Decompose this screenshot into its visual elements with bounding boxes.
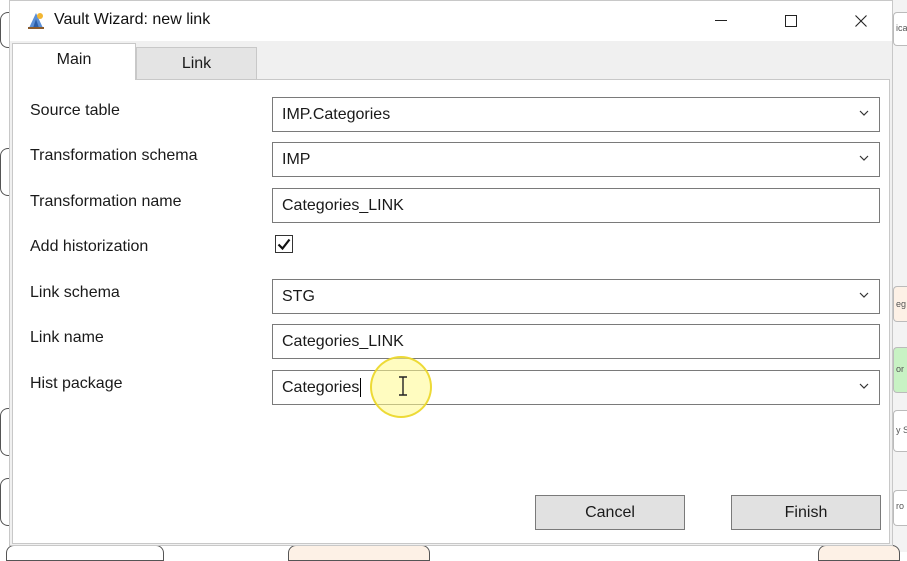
transformation-name-value: Categories_LINK (282, 196, 404, 214)
cancel-button[interactable]: Cancel (535, 495, 685, 530)
transformation-schema-select[interactable]: IMP (272, 142, 880, 177)
link-schema-label: Link schema (30, 284, 120, 301)
chevron-down-icon (859, 155, 869, 161)
title-bar[interactable]: Vault Wizard: new link (10, 1, 892, 41)
background-card: y S (893, 410, 907, 452)
link-schema-select[interactable]: STG (272, 279, 880, 314)
background-shape (6, 545, 164, 561)
background-card: ro (893, 490, 907, 526)
minimize-button[interactable] (698, 1, 744, 41)
hist-package-combobox[interactable]: Categories (272, 370, 880, 405)
background-shape (818, 545, 900, 561)
background-card: or (893, 347, 907, 393)
chevron-down-icon (859, 383, 869, 389)
minimize-icon (715, 20, 727, 21)
vault-wizard-app-icon (26, 10, 46, 30)
checkmark-icon (277, 238, 291, 251)
main-tab-panel: Source table IMP.Categories Transformati… (12, 79, 890, 544)
background-app (893, 0, 907, 552)
text-caret (360, 378, 362, 397)
tab-main[interactable]: Main (12, 43, 136, 80)
link-name-input[interactable]: Categories_LINK (272, 324, 880, 359)
maximize-button[interactable] (768, 1, 814, 41)
tab-link[interactable]: Link (136, 47, 257, 79)
link-schema-value: STG (282, 287, 315, 305)
wizard-dialog: Vault Wizard: new link Main Link Source … (9, 0, 893, 546)
close-icon (855, 15, 867, 27)
transformation-schema-label: Transformation schema (30, 147, 198, 164)
add-historization-checkbox[interactable] (275, 235, 293, 253)
link-name-label: Link name (30, 329, 104, 346)
chevron-down-icon (859, 110, 869, 116)
source-table-label: Source table (30, 102, 120, 119)
link-name-value: Categories_LINK (282, 332, 404, 350)
maximize-icon (785, 15, 797, 27)
finish-button[interactable]: Finish (731, 495, 881, 530)
background-card: eg (893, 286, 907, 322)
background-card: ica (893, 12, 907, 46)
hist-package-value: Categories (282, 378, 360, 396)
close-button[interactable] (838, 1, 884, 41)
add-historization-label: Add historization (30, 238, 149, 255)
source-table-select[interactable]: IMP.Categories (272, 97, 880, 132)
transformation-name-input[interactable]: Categories_LINK (272, 188, 880, 223)
transformation-name-label: Transformation name (30, 193, 182, 210)
transformation-schema-value: IMP (282, 150, 311, 168)
hist-package-label: Hist package (30, 375, 123, 392)
chevron-down-icon (859, 292, 869, 298)
background-shape (288, 545, 430, 561)
window-title: Vault Wizard: new link (54, 11, 211, 28)
source-table-value: IMP.Categories (282, 105, 391, 123)
